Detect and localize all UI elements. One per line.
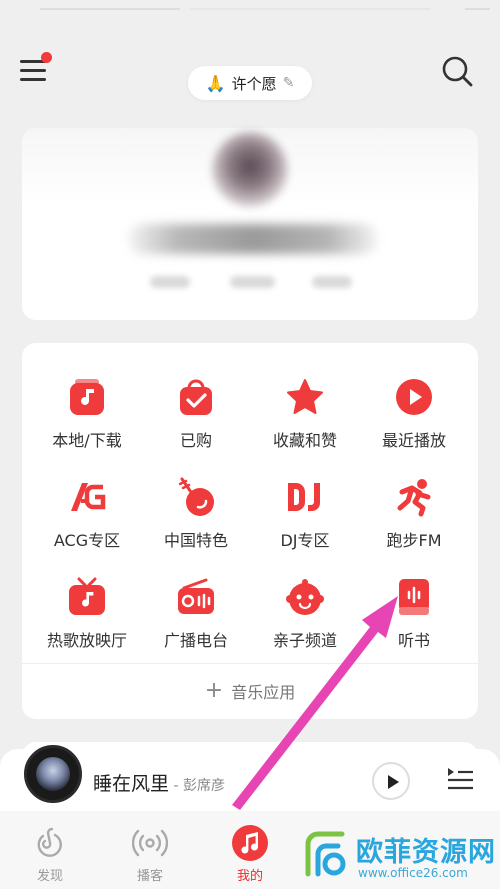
play-icon <box>388 775 399 789</box>
grid-item-chinese-style[interactable]: 中国特色 <box>139 477 253 573</box>
grid-item-running-fm[interactable]: 跑步FM <box>357 477 471 573</box>
status-bar <box>20 8 490 11</box>
audiobook-icon <box>399 579 429 615</box>
mini-player[interactable]: 睡在风里 - 彭席彦 <box>0 745 500 811</box>
album-cover[interactable] <box>24 745 82 803</box>
tab-label: 发现 <box>36 869 63 884</box>
avatar[interactable] <box>212 132 288 208</box>
notification-dot <box>41 52 52 63</box>
podcast-icon <box>132 829 168 857</box>
grid-item-audiobook[interactable]: 听书 <box>357 577 471 673</box>
grid-item-label: ACG专区 <box>53 531 121 550</box>
grid-item-local-download[interactable]: 本地/下载 <box>30 377 144 473</box>
grid-item-label: 广播电台 <box>163 631 228 650</box>
playlist-button[interactable] <box>446 765 474 791</box>
radio-icon <box>178 578 214 614</box>
grid-item-label: 收藏和赞 <box>272 431 337 450</box>
menu-icon-line <box>20 78 46 81</box>
grid-item-label: 热歌放映厅 <box>46 631 127 650</box>
playlist-icon <box>448 768 473 790</box>
dj-icon <box>288 483 320 511</box>
play-button[interactable] <box>372 762 410 800</box>
username-blurred <box>128 224 378 254</box>
tab-podcast[interactable]: 播客 <box>110 825 190 885</box>
grid-item-label: 亲子频道 <box>272 631 337 650</box>
grid-item-acg[interactable]: ACG专区 <box>30 477 144 573</box>
grid-item-kids-channel[interactable]: 亲子频道 <box>248 577 362 673</box>
grid-item-label: 听书 <box>397 631 430 650</box>
grid-item-favorites[interactable]: 收藏和赞 <box>248 377 362 473</box>
add-music-app-label: 音乐应用 <box>231 683 296 702</box>
wish-label: 许个愿 <box>231 74 277 93</box>
grid-item-recent-play[interactable]: 最近播放 <box>357 377 471 473</box>
stat-following-blurred <box>150 276 190 288</box>
tab-label: 我的 <box>236 869 263 884</box>
tab-mine[interactable]: 我的 <box>210 825 290 885</box>
now-playing-text[interactable]: 睡在风里 - 彭席彦 <box>93 769 225 796</box>
play-circle-icon <box>396 379 432 415</box>
tv-music-icon <box>69 577 105 615</box>
tab-label: 播客 <box>136 869 163 884</box>
search-icon <box>442 56 473 87</box>
grid-item-label: 已购 <box>179 431 212 450</box>
stat-followers-blurred <box>230 276 275 288</box>
search-button[interactable] <box>440 54 474 88</box>
watermark-url: www.office26.com <box>358 866 468 880</box>
pipa-instrument-icon <box>178 477 214 516</box>
grid-item-label: 最近播放 <box>381 431 446 450</box>
watermark-title: 欧菲资源网 <box>356 837 496 868</box>
song-title: 睡在风里 <box>93 773 170 795</box>
grid-item-purchased[interactable]: 已购 <box>139 377 253 473</box>
grid-item-label: 跑步FM <box>386 531 442 550</box>
menu-button[interactable] <box>20 52 52 84</box>
artist-name: - 彭席彦 <box>169 778 225 794</box>
kid-face-icon <box>286 579 324 615</box>
album-art <box>36 757 70 791</box>
music-note-file-icon <box>70 379 104 415</box>
plus-icon: + <box>204 678 224 703</box>
make-a-wish-button[interactable]: 🙏 许个愿 ✎ <box>188 66 312 100</box>
running-person-icon <box>397 479 431 517</box>
acg-logo-icon <box>71 483 106 511</box>
pencil-icon: ✎ <box>282 75 295 91</box>
add-music-app-button[interactable]: + 音乐应用 <box>22 673 478 709</box>
grid-item-hit-songs-theater[interactable]: 热歌放映厅 <box>30 577 144 673</box>
grid-item-radio[interactable]: 广播电台 <box>139 577 253 673</box>
watermark-logo-icon <box>305 831 346 877</box>
grid-item-label: 本地/下载 <box>52 431 122 450</box>
grid-item-label: 中国特色 <box>163 531 228 550</box>
function-grid-card: 本地/下载 已购 收藏和赞 最近播放 ACG专区 中国特色 DJ专区 跑步FM … <box>22 343 478 719</box>
stat-level-blurred <box>312 276 352 288</box>
music-note-icon <box>232 825 268 861</box>
divider <box>22 663 478 664</box>
menu-icon-line <box>20 69 46 72</box>
watermark: 欧菲资源网 www.office26.com <box>300 828 500 886</box>
star-icon <box>287 379 323 414</box>
grid-item-dj[interactable]: DJ专区 <box>248 477 362 573</box>
netease-logo-icon <box>37 827 62 857</box>
grid-item-label: DJ专区 <box>280 531 330 550</box>
tab-discover[interactable]: 发现 <box>10 825 90 885</box>
shopping-bag-check-icon <box>180 379 212 415</box>
praying-hands-icon: 🙏 <box>205 73 226 93</box>
